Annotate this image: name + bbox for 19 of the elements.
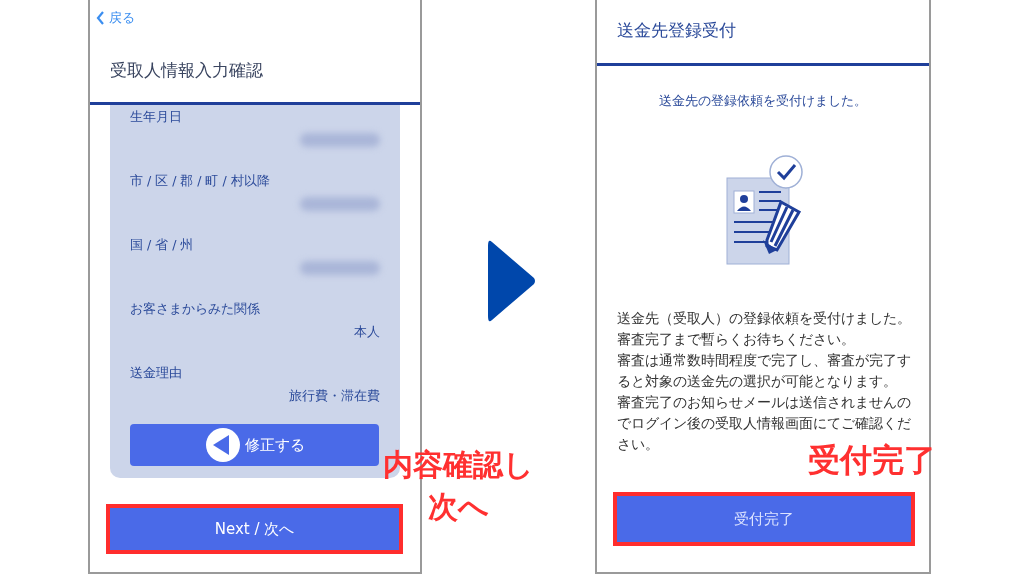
field-value: 旅行費・滞在費 bbox=[289, 386, 380, 405]
screen-title: 送金先登録受付 bbox=[617, 19, 736, 42]
instruction-paragraph: 送金先（受取人）の登録依頼を受付けました。 bbox=[617, 309, 912, 328]
field-label: 市 / 区 / 郡 / 町 / 村以降 bbox=[130, 172, 271, 190]
callout-text: 次へ bbox=[427, 488, 489, 526]
back-chevron-icon bbox=[96, 10, 105, 25]
field-label: 国 / 省 / 州 bbox=[130, 236, 195, 254]
field-label: 送金理由 bbox=[130, 364, 183, 382]
next-step-arrow-icon bbox=[488, 238, 536, 324]
field-value: 本人 bbox=[354, 322, 380, 341]
field-label: 生年月日 bbox=[130, 108, 183, 126]
edit-button[interactable]: 修正する bbox=[130, 424, 379, 466]
callout-text: 内容確認し bbox=[382, 446, 534, 484]
confirmation-message: 送金先の登録依頼を受付けました。 bbox=[658, 92, 868, 110]
field-label: お客さまからみた関係 bbox=[130, 300, 261, 318]
back-link[interactable]: 戻る bbox=[96, 8, 135, 28]
screen-title: 受取人情報入力確認 bbox=[110, 59, 263, 82]
instruction-paragraph: 審査完了まで暫らくお待ちください。 bbox=[617, 330, 856, 349]
instruction-paragraph: 審査は通常数時間程度で完了し、審査が完了すると対象の送金先の選択が可能となります。 bbox=[617, 351, 912, 391]
